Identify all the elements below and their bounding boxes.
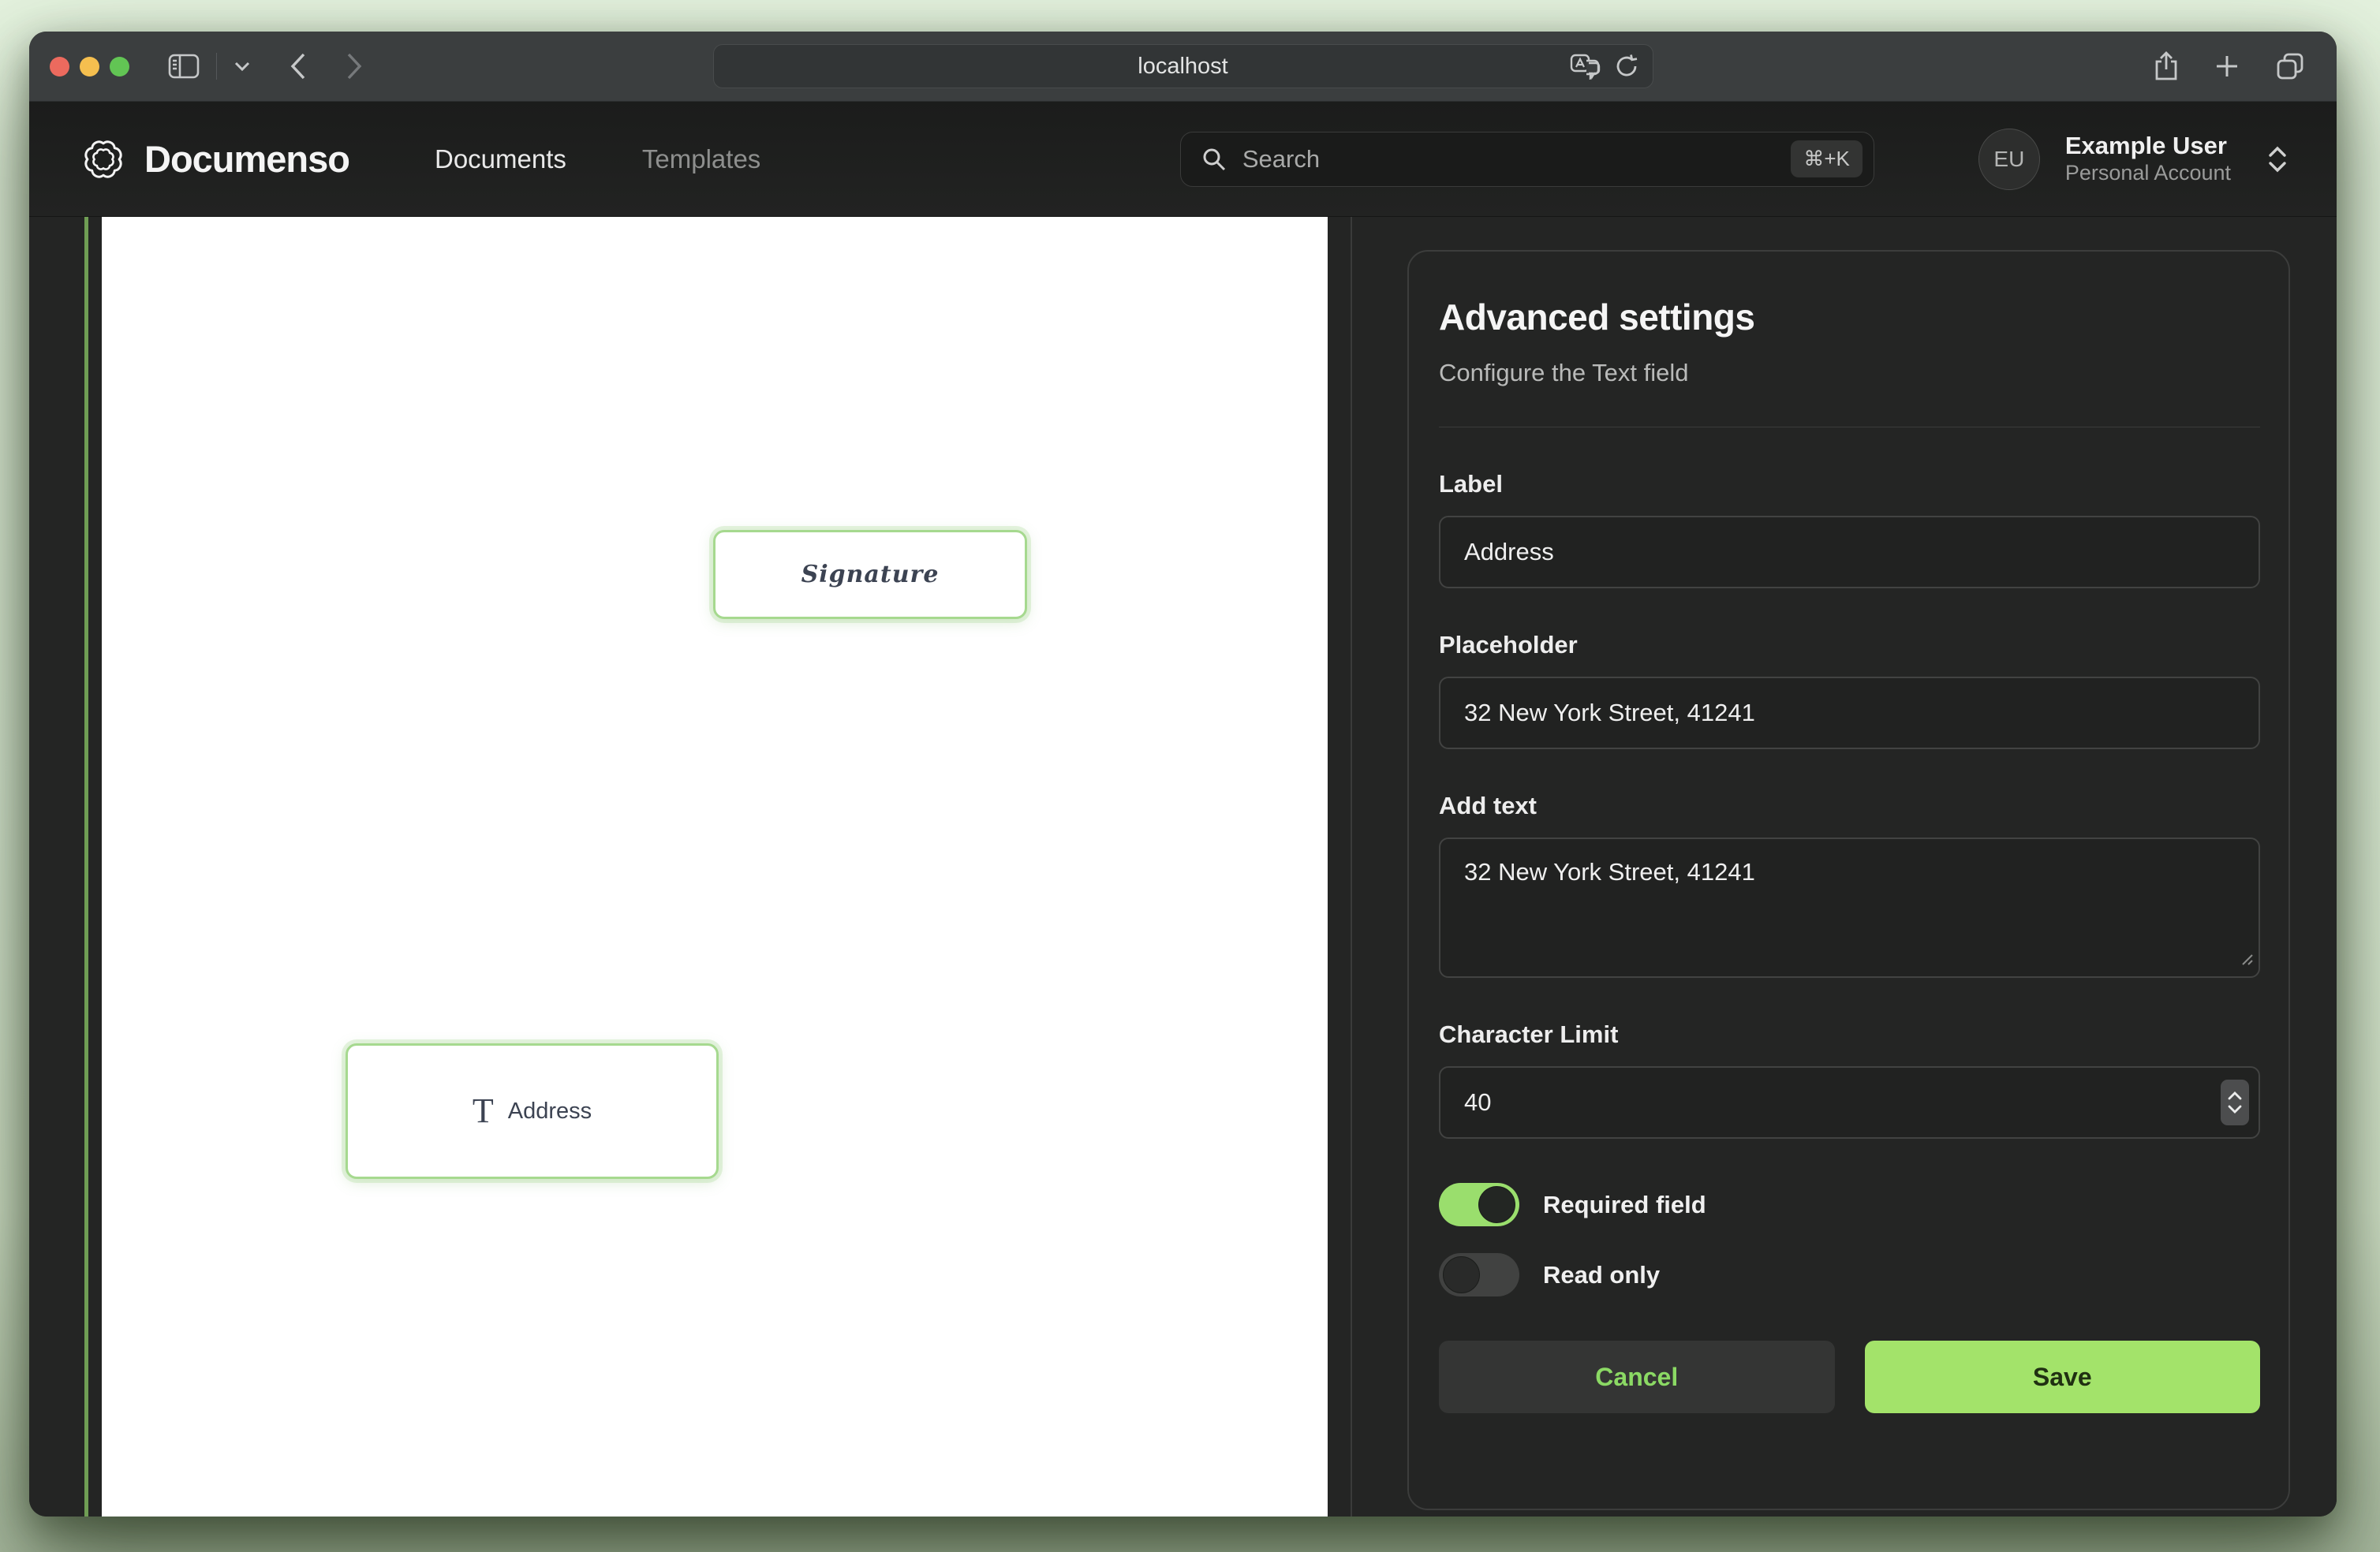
translate-icon[interactable] [1569, 53, 1601, 80]
new-tab-icon[interactable] [2214, 53, 2240, 80]
text-field-type-icon: T [473, 1094, 494, 1129]
search-shortcut-badge: ⌘+K [1791, 140, 1863, 177]
number-stepper[interactable] [2221, 1080, 2249, 1125]
account-chevrons-icon [2267, 146, 2288, 173]
brand-link[interactable]: Documenso [81, 137, 349, 181]
toggle-knob [1443, 1256, 1480, 1293]
toolbar-separator [216, 53, 217, 80]
read-only-label: Read only [1543, 1261, 1660, 1289]
app-header: Documenso Documents Templates ⌘+K [29, 102, 2337, 217]
text-field-address[interactable]: T Address [346, 1043, 719, 1179]
label-input[interactable] [1439, 516, 2260, 588]
text-field-label: Address [508, 1099, 592, 1125]
avatar-initials: EU [1993, 147, 2024, 172]
character-limit-input[interactable] [1439, 1066, 2260, 1139]
browser-window: localhost [29, 32, 2337, 1517]
panel-title: Advanced settings [1439, 296, 2260, 338]
settings-panel-area: Advanced settings Configure the Text fie… [1351, 217, 2337, 1517]
tab-overview-icon[interactable] [2275, 51, 2305, 81]
zoom-window-button[interactable] [110, 57, 129, 76]
placeholder-field-label: Placeholder [1439, 631, 2260, 659]
advanced-settings-card: Advanced settings Configure the Text fie… [1407, 250, 2290, 1510]
cancel-button[interactable]: Cancel [1439, 1341, 1835, 1413]
url-text: localhost [1138, 54, 1227, 80]
global-search[interactable]: ⌘+K [1180, 132, 1874, 187]
back-button-icon[interactable] [290, 52, 307, 80]
search-input[interactable] [1241, 144, 1791, 174]
account-menu[interactable]: EU Example User Personal Account [1978, 129, 2288, 190]
required-field-row: Required field [1439, 1183, 2260, 1226]
read-only-toggle[interactable] [1439, 1253, 1519, 1296]
reload-icon[interactable] [1613, 53, 1640, 80]
save-button[interactable]: Save [1865, 1341, 2261, 1413]
textarea-resize-handle[interactable] [2238, 950, 2254, 970]
account-type: Personal Account [2065, 160, 2231, 187]
toggle-knob [1478, 1186, 1515, 1223]
placeholder-input[interactable] [1439, 677, 2260, 749]
required-field-toggle[interactable] [1439, 1183, 1519, 1226]
main-content: Signature T Address Advanced settings Co… [29, 217, 2337, 1517]
brand-name: Documenso [144, 137, 349, 181]
documenso-logo-icon [81, 137, 125, 181]
character-limit-field-label: Character Limit [1439, 1020, 2260, 1049]
search-icon [1201, 147, 1227, 172]
label-field-label: Label [1439, 470, 2260, 498]
browser-toolbar: localhost [29, 32, 2337, 102]
panel-subtitle: Configure the Text field [1439, 359, 2260, 387]
sidebar-dropdown-chevron-icon[interactable] [234, 61, 251, 72]
signature-field[interactable]: Signature [713, 530, 1027, 619]
add-text-textarea[interactable]: 32 New York Street, 41241 [1439, 838, 2260, 978]
add-text-field-label: Add text [1439, 792, 2260, 820]
minimize-window-button[interactable] [80, 57, 99, 76]
read-only-row: Read only [1439, 1253, 2260, 1296]
avatar: EU [1978, 129, 2040, 190]
signature-field-label: Signature [801, 561, 940, 588]
required-field-label: Required field [1543, 1191, 1706, 1219]
nav-documents[interactable]: Documents [435, 144, 566, 174]
user-name: Example User [2065, 131, 2231, 160]
document-page: Signature T Address [102, 217, 1328, 1517]
document-accent-line [84, 217, 88, 1517]
share-icon[interactable] [2154, 50, 2179, 82]
main-nav: Documents Templates [435, 144, 760, 174]
close-window-button[interactable] [50, 57, 69, 76]
sidebar-toggle-icon[interactable] [168, 53, 200, 80]
nav-templates[interactable]: Templates [642, 144, 760, 174]
address-bar[interactable]: localhost [713, 44, 1653, 88]
forward-button-icon[interactable] [346, 52, 363, 80]
desktop: localhost [0, 0, 2380, 1552]
